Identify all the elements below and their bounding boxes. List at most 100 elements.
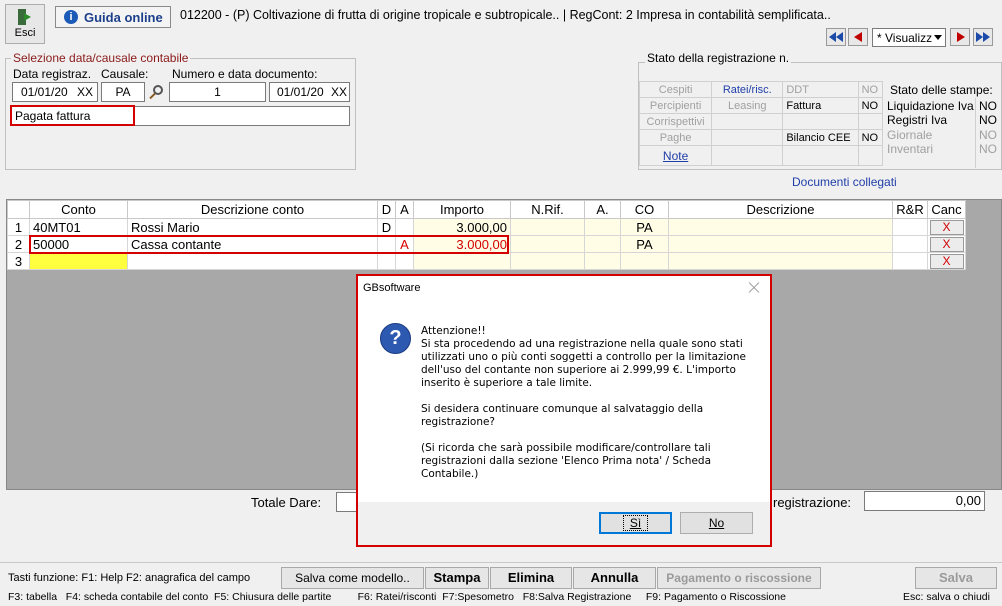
- status-note-link[interactable]: Note: [638, 145, 713, 166]
- col-descrizione: Descrizione: [668, 200, 893, 219]
- cell-d[interactable]: [377, 252, 396, 270]
- cell-descrizione[interactable]: [668, 218, 893, 236]
- linked-documents-link[interactable]: Documenti collegati: [792, 175, 897, 189]
- payment-button[interactable]: Pagamento o riscossione: [657, 567, 821, 589]
- nav-prev-button[interactable]: [848, 28, 868, 46]
- selection-group-title: Selezione data/causale contabile: [11, 51, 191, 65]
- cell-rr[interactable]: [892, 252, 928, 270]
- delete-row-button[interactable]: X: [929, 220, 964, 235]
- yes-label: Sì: [622, 515, 649, 531]
- print-status-divider: [975, 98, 976, 168]
- view-select[interactable]: * Visualizz: [872, 28, 946, 47]
- status-corrispettivi: Corrispettivi: [638, 113, 713, 130]
- function-keys-line1: Tasti funzione: F1: Help F2: anagrafica …: [8, 572, 251, 584]
- date-label: Data registraz.: [13, 67, 92, 81]
- yes-button[interactable]: Sì: [599, 512, 672, 534]
- date-suffix: XX: [77, 85, 94, 99]
- exit-button[interactable]: Esci: [5, 4, 45, 44]
- table-row[interactable]: 1 40MT01 Rossi Mario D 3.000,00 PA X: [7, 218, 966, 236]
- registration-label: registrazione:: [773, 495, 852, 510]
- save-model-button[interactable]: Salva come modello..: [281, 567, 424, 589]
- cell-nrif[interactable]: [510, 235, 585, 253]
- print-status-title: Stato delle stampe:: [890, 83, 993, 97]
- description-highlight: [10, 105, 135, 126]
- cell-a[interactable]: [395, 218, 414, 236]
- cell-d[interactable]: D: [377, 218, 396, 236]
- cell-co[interactable]: PA: [620, 218, 669, 236]
- cell-importo[interactable]: 3.000,00: [413, 218, 511, 236]
- date-field[interactable]: 01/01/20 XX: [12, 82, 98, 102]
- guide-online-label: Guida online: [84, 10, 163, 25]
- registration-total-field: 0,00: [864, 491, 985, 511]
- col-a: A: [395, 200, 414, 219]
- delete-button[interactable]: Elimina: [490, 567, 572, 589]
- cell-descrizione-conto[interactable]: [127, 252, 378, 270]
- cancel-button[interactable]: Annulla: [573, 567, 656, 589]
- col-descrizione-conto: Descrizione conto: [127, 200, 378, 219]
- cell-a2[interactable]: [584, 235, 621, 253]
- nav-first-button[interactable]: [826, 28, 846, 46]
- dialog-message-p3: (Si ricorda che sarà possibile modificar…: [421, 442, 712, 480]
- status-table: Cespiti Ratei/risc. DDT NO Percipienti L…: [638, 81, 884, 166]
- print-liquidazione-value: NO: [979, 99, 997, 113]
- cell-descrizione[interactable]: [668, 235, 893, 253]
- nav-last-button[interactable]: [973, 28, 993, 46]
- total-dare-label: Totale Dare:: [251, 495, 322, 510]
- causale-search-button[interactable]: [148, 84, 166, 102]
- exit-label: Esci: [14, 27, 36, 39]
- print-registri-value: NO: [979, 113, 997, 127]
- guide-online-button[interactable]: i Guida online: [55, 6, 171, 28]
- save-button[interactable]: Salva: [915, 567, 997, 589]
- no-label: No: [708, 516, 725, 530]
- col-conto: Conto: [29, 200, 128, 219]
- cell-descrizione-conto[interactable]: Rossi Mario: [127, 218, 378, 236]
- table-row[interactable]: 3 X: [7, 252, 966, 270]
- causale-value: PA: [115, 85, 131, 99]
- doc-date-field[interactable]: 01/01/20 XX: [269, 82, 350, 102]
- date-value: 01/01/20: [21, 85, 68, 99]
- cell-nrif[interactable]: [510, 218, 585, 236]
- print-giornale: Giornale: [887, 128, 933, 142]
- cell-canc: X: [927, 252, 966, 270]
- view-select-value: * Visualizz: [877, 31, 933, 45]
- cell-importo[interactable]: [413, 252, 511, 270]
- cell-a2[interactable]: [584, 218, 621, 236]
- causale-label: Causale:: [101, 67, 149, 81]
- dialog-message-p2: Si desidera continuare comunque al salva…: [421, 403, 704, 428]
- cell-rr[interactable]: [892, 235, 928, 253]
- cell-conto[interactable]: [29, 252, 128, 270]
- first-icon: [829, 32, 836, 42]
- cell-nrif[interactable]: [510, 252, 585, 270]
- status-bilancio-value: NO: [857, 129, 884, 146]
- cell-conto[interactable]: 40MT01: [29, 218, 128, 236]
- cell-a2[interactable]: [584, 252, 621, 270]
- row-number: 2: [7, 235, 30, 253]
- doc-number-field[interactable]: 1: [169, 82, 266, 102]
- col-co: CO: [620, 200, 669, 219]
- cell-descrizione[interactable]: [668, 252, 893, 270]
- nav-next-button[interactable]: [950, 28, 970, 46]
- delete-row-button[interactable]: X: [929, 237, 964, 252]
- cell-a[interactable]: [395, 252, 414, 270]
- dialog-title: GBsoftware: [363, 282, 421, 294]
- status-paghe: Paghe: [638, 129, 713, 146]
- doc-label: Numero e data documento:: [172, 67, 318, 81]
- status-ratei: Ratei/risc.: [711, 81, 784, 98]
- delete-row-button[interactable]: X: [929, 254, 964, 269]
- print-inventari-value: NO: [979, 142, 997, 156]
- cell-rr[interactable]: [892, 218, 928, 236]
- print-giornale-value: NO: [979, 128, 997, 142]
- doc-date-value: 01/01/20: [277, 85, 324, 99]
- dialog-close-button[interactable]: [747, 281, 761, 295]
- print-registri: Registri Iva: [887, 113, 948, 127]
- cell-co[interactable]: [620, 252, 669, 270]
- col-a2: A.: [584, 200, 621, 219]
- print-button[interactable]: Stampa: [425, 567, 489, 589]
- col-d: D: [377, 200, 396, 219]
- no-button[interactable]: No: [680, 512, 753, 534]
- row-number: 1: [7, 218, 30, 236]
- cell-co[interactable]: PA: [620, 235, 669, 253]
- causale-field[interactable]: PA: [101, 82, 145, 102]
- col-nrif: N.Rif.: [510, 200, 585, 219]
- dialog-message-p1: Attenzione!! Si sta procedendo ad una re…: [421, 325, 746, 389]
